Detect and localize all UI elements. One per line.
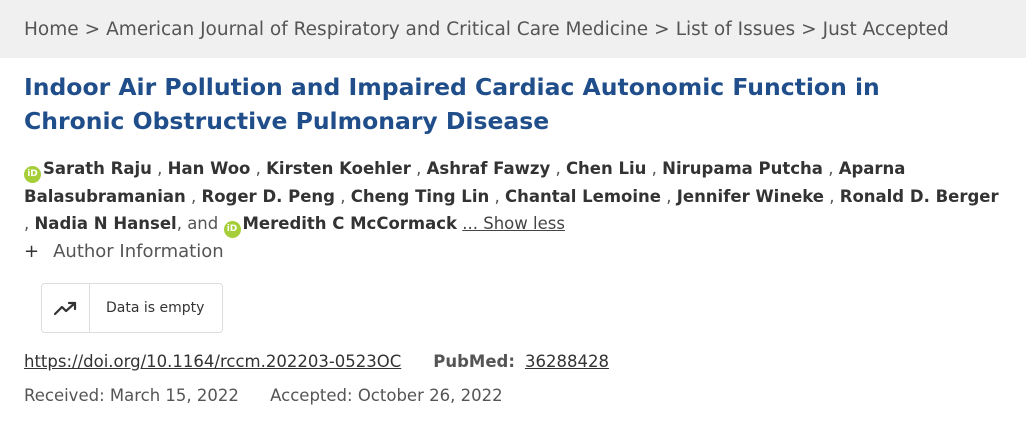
author-separator: , bbox=[255, 159, 261, 178]
author-link[interactable]: Chen Liu bbox=[566, 159, 646, 178]
author-link[interactable]: Sarath Raju bbox=[43, 159, 152, 178]
author-separator-and: , and bbox=[176, 214, 219, 233]
article-header: Indoor Air Pollution and Impaired Cardia… bbox=[0, 70, 1026, 405]
author-separator: , bbox=[416, 159, 422, 178]
author-link[interactable]: Ashraf Fawzy bbox=[427, 159, 551, 178]
author-information-toggle[interactable]: + Author Information bbox=[24, 241, 1002, 262]
show-less-link[interactable]: ... Show less bbox=[462, 214, 565, 233]
article-title: Indoor Air Pollution and Impaired Cardia… bbox=[24, 73, 880, 135]
accepted-date: Accepted: October 26, 2022 bbox=[270, 386, 503, 405]
author-link[interactable]: Cheng Ting Lin bbox=[351, 187, 489, 206]
author-separator: , bbox=[494, 187, 500, 206]
author-separator: , bbox=[666, 187, 672, 206]
doi-link[interactable]: https://doi.org/10.1164/rccm.202203-0523… bbox=[24, 352, 401, 371]
plus-icon: + bbox=[24, 241, 40, 262]
pubmed-link[interactable]: 36288428 bbox=[525, 352, 609, 371]
dates-row: Received: March 15, 2022 Accepted: Octob… bbox=[24, 386, 1002, 405]
breadcrumb-home[interactable]: Home bbox=[24, 19, 79, 40]
metrics-box[interactable]: Data is empty bbox=[41, 283, 223, 333]
author-separator: , bbox=[24, 214, 30, 233]
author-list: iD Sarath Raju , Han Woo , Kirsten Koehle… bbox=[24, 155, 1009, 238]
author-link[interactable]: Roger D. Peng bbox=[202, 187, 335, 206]
author-separator: , bbox=[651, 159, 657, 178]
breadcrumb-separator: > bbox=[84, 18, 101, 40]
author-link[interactable]: Nirupama Putcha bbox=[662, 159, 823, 178]
breadcrumb-current: Just Accepted bbox=[822, 18, 949, 40]
breadcrumb-list-of-issues[interactable]: List of Issues bbox=[676, 19, 795, 40]
orcid-icon[interactable]: iD bbox=[223, 221, 241, 238]
breadcrumb-journal[interactable]: American Journal of Respiratory and Crit… bbox=[106, 19, 648, 40]
breadcrumb-separator: > bbox=[654, 18, 670, 40]
breadcrumb-separator: > bbox=[801, 18, 817, 40]
author-link[interactable]: Kirsten Koehler bbox=[266, 159, 411, 178]
author-separator: , bbox=[829, 187, 835, 206]
doi-row: https://doi.org/10.1164/rccm.202203-0523… bbox=[24, 352, 1002, 371]
author-information-label: Author Information bbox=[53, 241, 224, 262]
breadcrumb: Home > American Journal of Respiratory a… bbox=[0, 0, 1026, 58]
pubmed-label: PubMed: bbox=[433, 352, 515, 371]
author-link[interactable]: Jennifer Wineke bbox=[677, 187, 824, 206]
received-date: Received: March 15, 2022 bbox=[24, 386, 239, 405]
author-separator: , bbox=[340, 187, 346, 206]
metrics-status-text: Data is empty bbox=[106, 300, 205, 316]
trending-up-icon bbox=[42, 284, 90, 332]
author-separator: , bbox=[191, 187, 197, 206]
author-link[interactable]: Chantal Lemoine bbox=[505, 187, 661, 206]
orcid-icon[interactable]: iD bbox=[24, 166, 41, 183]
author-link[interactable]: Nadia N Hansel bbox=[35, 214, 177, 233]
author-link[interactable]: Ronald D. Berger bbox=[840, 187, 999, 206]
author-separator: , bbox=[555, 159, 561, 178]
author-link[interactable]: Han Woo bbox=[168, 159, 251, 178]
author-link[interactable]: Meredith C McCormack bbox=[243, 214, 458, 233]
author-separator: , bbox=[828, 159, 834, 178]
author-separator: , bbox=[157, 159, 163, 178]
